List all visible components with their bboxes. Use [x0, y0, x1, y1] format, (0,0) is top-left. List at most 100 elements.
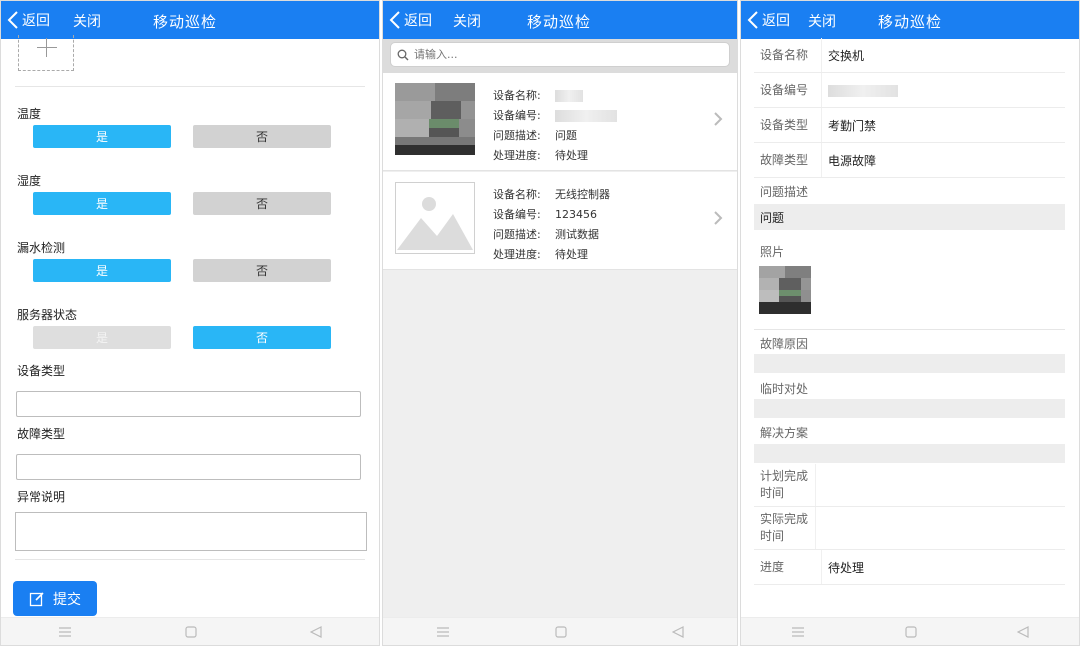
device-code-row: 设备编号:	[493, 107, 617, 123]
solution-label: 解决方案	[760, 426, 809, 440]
home-square-icon[interactable]	[905, 625, 917, 638]
device-code-label: 设备编号	[754, 73, 822, 107]
search-bar	[383, 39, 737, 73]
back-button[interactable]: 返回	[7, 9, 50, 31]
search-icon	[397, 49, 409, 60]
back-button[interactable]: 返回	[389, 9, 432, 31]
leak-detection-label: 漏水检测	[17, 241, 66, 255]
problem-label: 问题描述	[760, 185, 809, 199]
device-name-row: 设备名称:	[493, 87, 583, 103]
device-type-input[interactable]	[16, 391, 361, 417]
close-button[interactable]: 关闭	[808, 11, 836, 31]
chevron-left-icon	[389, 11, 400, 29]
search-box[interactable]	[390, 42, 730, 67]
leak-yes-button[interactable]: 是	[33, 259, 171, 282]
redacted-value	[555, 90, 583, 102]
back-button[interactable]: 返回	[747, 9, 790, 31]
redacted-value	[828, 84, 898, 97]
submit-label: 提交	[53, 591, 81, 608]
redacted-value	[555, 110, 617, 122]
list-item[interactable]: 设备名称: 无线控制器 设备编号: 123456 问题描述: 测试数据 处理进度: 待处…	[383, 172, 737, 270]
android-nav-bar	[383, 617, 737, 645]
fault-type-label: 故障类型	[754, 143, 822, 177]
screenshot-stage: 返回 关闭 移动巡检 温度 是 否 湿度 是 否 漏水检测 是 否 服务器状态 …	[0, 0, 1080, 646]
server-status-label: 服务器状态	[17, 308, 78, 322]
progress-value: 待处理	[555, 149, 588, 162]
progress-key: 处理进度:	[493, 248, 541, 261]
device-code-key: 设备编号:	[493, 109, 541, 122]
device-type-label: 设备类型	[17, 364, 66, 378]
page-title: 移动巡检	[153, 13, 218, 31]
humidity-no-button[interactable]: 否	[193, 192, 331, 215]
temp-handling-value	[754, 399, 1065, 418]
progress-value: 待处理	[828, 560, 865, 575]
header-bar: 返回 关闭 移动巡检	[383, 1, 737, 39]
close-button[interactable]: 关闭	[73, 11, 101, 31]
device-code-row: 设备编号: 123456	[493, 206, 597, 222]
add-photo-button[interactable]	[18, 35, 74, 71]
chevron-right-icon	[714, 211, 723, 225]
back-label: 返回	[22, 13, 50, 29]
humidity-yes-button[interactable]: 是	[33, 192, 171, 215]
back-triangle-icon[interactable]	[1017, 625, 1029, 638]
back-triangle-icon[interactable]	[672, 625, 684, 638]
problem-key: 问题描述:	[493, 228, 541, 241]
device-name-value: 无线控制器	[555, 188, 610, 201]
close-button[interactable]: 关闭	[453, 11, 481, 31]
progress-row: 处理进度: 待处理	[493, 246, 588, 262]
divider	[15, 559, 365, 560]
problem-row: 问题描述: 问题	[493, 127, 577, 143]
search-input[interactable]	[414, 48, 714, 61]
exception-textarea[interactable]	[15, 512, 367, 551]
fault-type-row: 故障类型 电源故障	[754, 143, 1065, 178]
list-item[interactable]: 设备名称: 设备编号: 问题描述: 问题 处理进度: 待处理	[383, 73, 737, 171]
fault-type-label: 故障类型	[17, 427, 66, 441]
progress-label: 进度	[754, 550, 822, 584]
page-title: 移动巡检	[878, 13, 943, 31]
device-name-row: 设备名称: 无线控制器	[493, 186, 610, 202]
device-type-label: 设备类型	[754, 108, 822, 142]
divider	[754, 329, 1065, 330]
temperature-yes-button[interactable]: 是	[33, 125, 171, 148]
inspection-detail-screen: 返回 关闭 移动巡检 设备名称 交换机 设备编号 设备类型 考勤门禁 故障类型 …	[740, 0, 1080, 646]
progress-key: 处理进度:	[493, 149, 541, 162]
inspection-form-screen: 返回 关闭 移动巡检 温度 是 否 湿度 是 否 漏水检测 是 否 服务器状态 …	[0, 0, 380, 646]
server-yes-button[interactable]: 是	[33, 326, 171, 349]
temperature-no-button[interactable]: 否	[193, 125, 331, 148]
device-name-key: 设备名称:	[493, 89, 541, 102]
device-name-value: 交换机	[828, 48, 865, 63]
problem-value: 问题	[555, 129, 577, 142]
home-square-icon[interactable]	[555, 625, 567, 638]
back-triangle-icon[interactable]	[310, 625, 322, 638]
page-title: 移动巡检	[527, 13, 592, 31]
progress-row: 处理进度: 待处理	[493, 147, 588, 163]
submit-button[interactable]: 提交	[13, 581, 97, 616]
actual-time-row: 实际完成时间	[754, 507, 1065, 550]
menu-icon[interactable]	[436, 626, 450, 637]
temperature-label: 温度	[17, 107, 42, 121]
device-code-key: 设备编号:	[493, 208, 541, 221]
android-nav-bar	[1, 617, 379, 645]
actual-time-label: 实际完成时间	[754, 507, 816, 549]
chevron-right-icon	[714, 112, 723, 126]
fault-type-input[interactable]	[16, 454, 361, 480]
fault-type-value: 电源故障	[828, 153, 877, 168]
chevron-left-icon	[747, 11, 758, 29]
inspection-list-screen: 返回 关闭 移动巡检 设备名称: 设备编号: 问题描述: 问题 处理进度: 待处理	[382, 0, 738, 646]
server-no-button[interactable]: 否	[193, 326, 331, 349]
cause-value	[754, 354, 1065, 373]
progress-row: 进度 待处理	[754, 550, 1065, 585]
leak-no-button[interactable]: 否	[193, 259, 331, 282]
problem-value: 问题	[754, 204, 1065, 230]
header-bar: 返回 关闭 移动巡检	[741, 1, 1079, 39]
back-label: 返回	[762, 13, 790, 29]
device-photo[interactable]	[759, 266, 811, 314]
menu-icon[interactable]	[791, 626, 805, 637]
device-type-row: 设备类型 考勤门禁	[754, 108, 1065, 143]
home-square-icon[interactable]	[185, 625, 197, 638]
device-type-value: 考勤门禁	[828, 118, 877, 133]
exception-label: 异常说明	[17, 490, 66, 504]
menu-icon[interactable]	[58, 626, 72, 637]
device-code-value: 123456	[555, 208, 597, 221]
divider	[15, 86, 365, 87]
